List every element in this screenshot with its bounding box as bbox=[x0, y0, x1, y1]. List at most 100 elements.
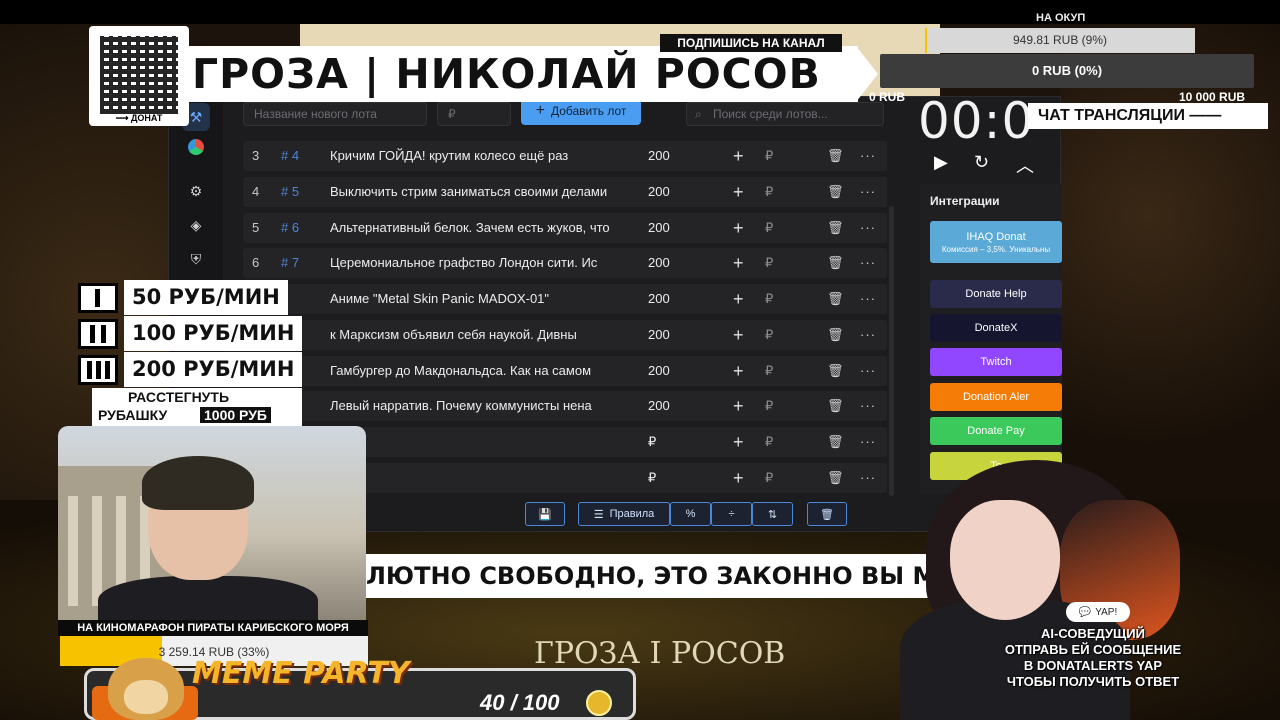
add-amount-icon[interactable]: + bbox=[733, 248, 744, 278]
lot-id: # 6 bbox=[281, 220, 300, 235]
more-icon[interactable]: ··· bbox=[860, 356, 876, 386]
lot-row[interactable]: 3 # 4 Кричим ГОЙДА! крутим колесо ещё раз 2… bbox=[243, 141, 887, 171]
lot-row[interactable]: 5 # 6 Альтернативный белок. Зачем есть жук… bbox=[243, 213, 887, 243]
more-icon[interactable]: ··· bbox=[860, 177, 876, 207]
tier-2-icon bbox=[78, 319, 118, 349]
lot-amount[interactable]: 200 bbox=[648, 284, 670, 314]
rate-row: 50 РУБ/МИН bbox=[72, 280, 346, 315]
integration-2[interactable]: DonateX bbox=[930, 314, 1062, 342]
lot-amount[interactable]: 200 bbox=[648, 248, 670, 278]
lot-row[interactable]: 4 # 5 Выключить стрим заниматься своими де… bbox=[243, 177, 887, 207]
wheel-icon[interactable] bbox=[182, 133, 210, 161]
lot-row[interactable]: 6 # 7 Церемониальное графство Лондон сити.… bbox=[243, 248, 887, 278]
lot-name[interactable]: Аниме "Metal Skin Panic MADOX-01" bbox=[330, 284, 618, 314]
rate-text: 100 РУБ/МИН bbox=[124, 316, 303, 351]
ruble-icon: ₽ bbox=[765, 434, 774, 449]
timer-display: 00:0 bbox=[918, 92, 1035, 150]
shield-icon[interactable]: ⛨ bbox=[182, 245, 210, 273]
clear-icon[interactable]: 🗑 bbox=[807, 502, 847, 526]
lot-amount[interactable]: 200 bbox=[648, 141, 670, 171]
lot-amount[interactable]: 200 bbox=[648, 320, 670, 350]
rate-text: 200 РУБ/МИН bbox=[124, 352, 303, 387]
split-icon[interactable]: ÷ bbox=[711, 502, 752, 526]
rules-label: Правила bbox=[609, 508, 655, 520]
column bbox=[92, 496, 102, 606]
trash-icon[interactable]: 🗑 bbox=[827, 356, 844, 386]
lot-amount[interactable]: 200 bbox=[648, 177, 670, 207]
new-lot-input[interactable]: Название нового лота bbox=[243, 102, 427, 126]
trash-icon[interactable]: 🗑 bbox=[827, 177, 844, 207]
more-icon[interactable]: ··· bbox=[860, 248, 876, 278]
trash-icon[interactable]: 🗑 bbox=[827, 213, 844, 243]
more-icon[interactable]: ··· bbox=[860, 391, 876, 421]
scrollbar[interactable] bbox=[889, 206, 894, 496]
sort-icon[interactable]: ⇅ bbox=[752, 502, 793, 526]
lot-amount[interactable]: 200 bbox=[648, 356, 670, 386]
ai-label-line: В DONATALERTS YAP bbox=[1023, 658, 1163, 673]
rules-button[interactable]: ☰ Правила bbox=[578, 502, 670, 526]
shirt-offer: РАССТЕГНУТЬ РУБАШКУ 1000 РУБ bbox=[92, 388, 302, 428]
more-icon[interactable]: ··· bbox=[860, 320, 876, 350]
trash-icon[interactable]: 🗑 bbox=[827, 284, 844, 314]
more-icon[interactable]: ··· bbox=[860, 141, 876, 171]
percent-icon[interactable]: % bbox=[670, 502, 711, 526]
integration-0[interactable]: IHAQ Donat Комиссия – 3,5%. Уникальны bbox=[930, 221, 1062, 263]
add-amount-icon[interactable]: + bbox=[733, 177, 744, 207]
trash-icon[interactable]: 🗑 bbox=[827, 320, 844, 350]
lot-amount[interactable]: 200 bbox=[648, 391, 670, 421]
lot-amount[interactable]: ₽ bbox=[648, 463, 656, 493]
lot-number: 4 bbox=[252, 184, 260, 199]
integration-3[interactable]: Twitch bbox=[930, 348, 1062, 376]
lot-name[interactable]: Выключить стрим заниматься своими делами bbox=[330, 177, 618, 207]
integration-label: Donate Pay bbox=[967, 425, 1025, 437]
payback-progress: 949.81 RUB (9%) bbox=[925, 28, 1195, 53]
play-icon[interactable]: ▶ bbox=[934, 152, 948, 173]
chevron-up-icon[interactable]: ︿ bbox=[1016, 152, 1034, 178]
goal-max: 10 000 RUB bbox=[1179, 90, 1246, 104]
lot-name[interactable]: к Марксизм объявил себя наукой. Дивны bbox=[330, 320, 618, 350]
add-amount-icon[interactable]: + bbox=[733, 356, 744, 386]
lot-amount[interactable]: ₽ bbox=[648, 427, 656, 457]
layers-icon[interactable]: ◈ bbox=[182, 211, 210, 239]
lot-amount[interactable]: 200 bbox=[648, 213, 670, 243]
save-icon[interactable]: 💾 bbox=[525, 502, 565, 526]
add-amount-icon[interactable]: + bbox=[733, 463, 744, 493]
lot-name[interactable]: Левый нарратив. Почему коммунисты нена bbox=[330, 391, 618, 421]
lot-name[interactable]: Альтернативный белок. Зачем есть жуков, … bbox=[330, 213, 618, 243]
add-amount-icon[interactable]: + bbox=[733, 391, 744, 421]
lot-name[interactable]: Гамбургер до Макдональдса. Как на самом bbox=[330, 356, 618, 386]
lot-row[interactable]: Левый нарратив. Почему коммунисты нена 20… bbox=[243, 391, 887, 421]
lot-name[interactable]: Церемониальное графство Лондон сити. Ис bbox=[330, 248, 618, 278]
add-amount-icon[interactable]: + bbox=[733, 213, 744, 243]
reset-icon[interactable]: ↻ bbox=[974, 152, 989, 173]
more-icon[interactable]: ··· bbox=[860, 213, 876, 243]
add-amount-icon[interactable]: + bbox=[733, 320, 744, 350]
trash-icon[interactable]: 🗑 bbox=[827, 463, 844, 493]
more-icon[interactable]: ··· bbox=[860, 427, 876, 457]
trash-icon[interactable]: 🗑 bbox=[827, 391, 844, 421]
lot-id: # 5 bbox=[281, 184, 300, 199]
lot-name[interactable]: ние bbox=[330, 463, 618, 493]
yap-label: YAP! bbox=[1095, 606, 1118, 618]
trash-icon[interactable]: 🗑 bbox=[827, 248, 844, 278]
ruble-icon: ₽ bbox=[765, 220, 774, 235]
lot-name[interactable]: ние bbox=[330, 427, 618, 457]
integration-4[interactable]: Donation Aler bbox=[930, 383, 1062, 411]
meme-count: 40 / 100 bbox=[480, 690, 560, 715]
lot-name[interactable]: Кричим ГОЙДА! крутим колесо ещё раз bbox=[330, 141, 618, 171]
search-input[interactable]: ⌕ Поиск среди лотов... bbox=[686, 102, 884, 126]
price-input[interactable]: ₽ bbox=[437, 102, 511, 126]
ruble-icon: ₽ bbox=[765, 470, 774, 485]
integration-1[interactable]: Donate Help bbox=[930, 280, 1062, 308]
trash-icon[interactable]: 🗑 bbox=[827, 427, 844, 457]
add-amount-icon[interactable]: + bbox=[733, 284, 744, 314]
more-icon[interactable]: ··· bbox=[860, 463, 876, 493]
trash-icon[interactable]: 🗑 bbox=[827, 141, 844, 171]
integrations-title: Интеграции bbox=[930, 194, 1000, 208]
integration-5[interactable]: Donate Pay bbox=[930, 417, 1062, 445]
more-icon[interactable]: ··· bbox=[860, 284, 876, 314]
ruble-icon: ₽ bbox=[765, 291, 774, 306]
add-amount-icon[interactable]: + bbox=[733, 427, 744, 457]
add-amount-icon[interactable]: + bbox=[733, 141, 744, 171]
gear-icon[interactable]: ⚙ bbox=[182, 177, 210, 205]
